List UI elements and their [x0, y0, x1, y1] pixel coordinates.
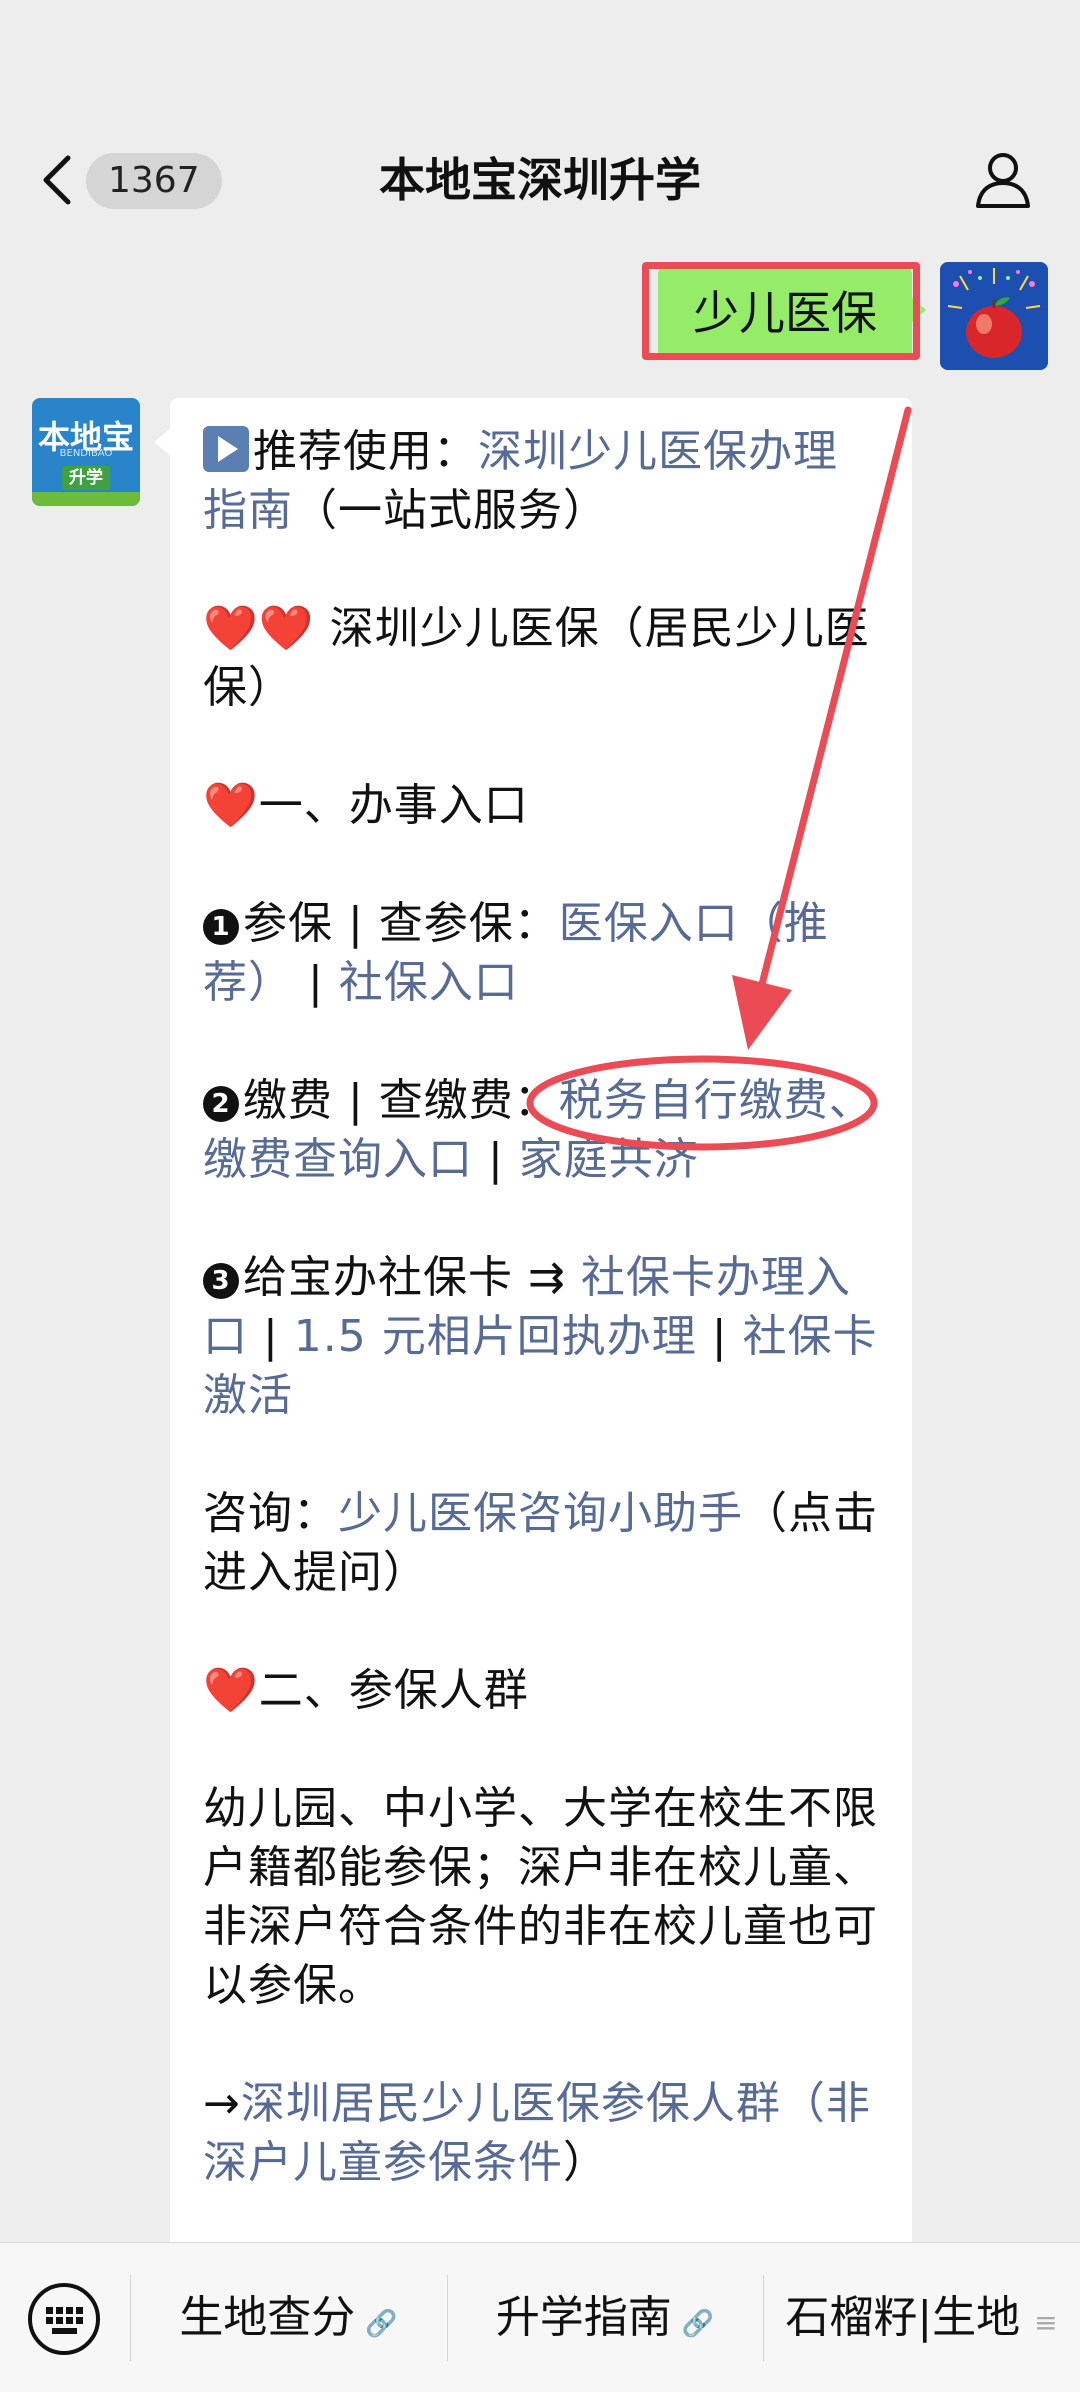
eligibility-paragraph: 幼儿园、中小学、大学在校生不限户籍都能参保；深户非在校儿童、非深户符合条件的非在… [203, 1783, 878, 2011]
heart-icons: ❤️❤️ [203, 603, 315, 654]
recommend-paragraph: 推荐使用：深圳少儿医保办理指南（一站式服务） [203, 422, 880, 540]
number-two-icon: 2 [203, 1086, 239, 1122]
closing-paren: ） [563, 2137, 608, 2188]
arrow-icon: → [203, 2078, 241, 2129]
user-profile-icon[interactable] [974, 150, 1032, 210]
heart-icon: ❤️ [203, 1665, 259, 1716]
section-two-text: 二、参保人群 [258, 1665, 529, 1716]
menu-item-admission-guide[interactable]: 升学指南 🔗 [447, 2243, 763, 2392]
avatar-logo-grass [32, 492, 140, 506]
play-icon [203, 426, 249, 472]
social-insurance-entry-link[interactable]: 社保入口 [339, 957, 519, 1008]
chat-header: 1367 本地宝深圳升学 [0, 0, 1080, 245]
separator: | [248, 1311, 294, 1362]
eligible-groups-link[interactable]: 深圳居民少儿医保参保人群 [241, 2078, 781, 2129]
received-message-bubble: 推荐使用：深圳少儿医保办理指南（一站式服务） ❤️❤️ 深圳少儿医保（居民少儿医… [170, 398, 912, 2248]
heart-icon: ❤️ [203, 780, 259, 831]
recommend-label: 推荐使用： [253, 426, 478, 477]
separator: | [293, 957, 339, 1008]
menu-item-score-query[interactable]: 生地查分 🔗 [130, 2243, 447, 2392]
recommend-suffix: （一站式服务） [293, 485, 608, 536]
chat-title: 本地宝深圳升学 [379, 153, 701, 207]
menu-item-label: 升学指南 [495, 2292, 672, 2343]
my-avatar[interactable] [940, 262, 1048, 370]
section-two-heading: ❤️二、参保人群 [203, 1661, 880, 1720]
section-one-text: 一、办事入口 [258, 780, 529, 831]
apple-fireworks-icon [940, 262, 1048, 370]
consult-assistant-link[interactable]: 少儿医保咨询小助手 [338, 1488, 743, 1539]
family-mutual-aid-link[interactable]: 家庭共济 [519, 1134, 699, 1185]
title-paragraph: ❤️❤️ 深圳少儿医保（居民少儿医保） [203, 599, 880, 717]
payment-label: 缴费 | 查缴费： [243, 1075, 559, 1126]
section-one-heading: ❤️一、办事入口 [203, 776, 880, 835]
eligibility-link-paragraph: →深圳居民少儿医保参保人群（非深户儿童参保条件） [203, 2074, 880, 2192]
unread-count-badge[interactable]: 1367 [86, 153, 222, 209]
consult-paragraph: 咨询：少儿医保咨询小助手（点击进入提问） [203, 1484, 880, 1602]
link-icon: 🔗 [365, 2309, 398, 2339]
consult-label: 咨询： [203, 1488, 338, 1539]
card-paragraph: 3 给宝办社保卡 ⇉ 社保卡办理入口 | 1.5 元相片回执办理 | 社保卡激活 [203, 1248, 880, 1425]
separator: | [473, 1134, 519, 1185]
menu-item-label: 石榴籽|生地 [785, 2292, 1021, 2343]
received-bubble-tail [154, 428, 171, 456]
avatar-logo-subtext: BENDIBAO [59, 448, 113, 459]
avatar-logo-badge: 升学 [62, 466, 110, 490]
enroll-label: 参保 | 查参保： [243, 898, 559, 949]
submenu-icon: ≡ [1034, 2306, 1058, 2339]
back-arrow-icon[interactable] [38, 152, 78, 208]
number-three-icon: 3 [203, 1263, 239, 1299]
keyboard-icon[interactable] [26, 2281, 102, 2357]
card-label: 给宝办社保卡 ⇉ [243, 1252, 581, 1303]
separator: | [696, 1311, 743, 1362]
link-icon: 🔗 [681, 2309, 715, 2339]
menu-item-pomegranate[interactable]: 石榴籽|生地 ≡ [763, 2243, 1080, 2392]
photo-receipt-link[interactable]: 1.5 元相片回执办理 [294, 1311, 697, 1362]
payment-paragraph: 2 缴费 | 查缴费：税务自行缴费、缴费查询入口 | 家庭共济 [203, 1071, 880, 1189]
annotation-highlight-box [642, 262, 920, 360]
number-one-icon: 1 [203, 909, 239, 945]
enroll-paragraph: 1 参保 | 查参保：医保入口（推荐） | 社保入口 [203, 894, 880, 1012]
official-account-avatar[interactable]: 本地宝 BENDIBAO 升学 [32, 398, 140, 506]
menu-item-label: 生地查分 [179, 2292, 356, 2343]
bottom-menu-bar: 生地查分 🔗 升学指南 🔗 石榴籽|生地 ≡ [0, 2242, 1080, 2392]
